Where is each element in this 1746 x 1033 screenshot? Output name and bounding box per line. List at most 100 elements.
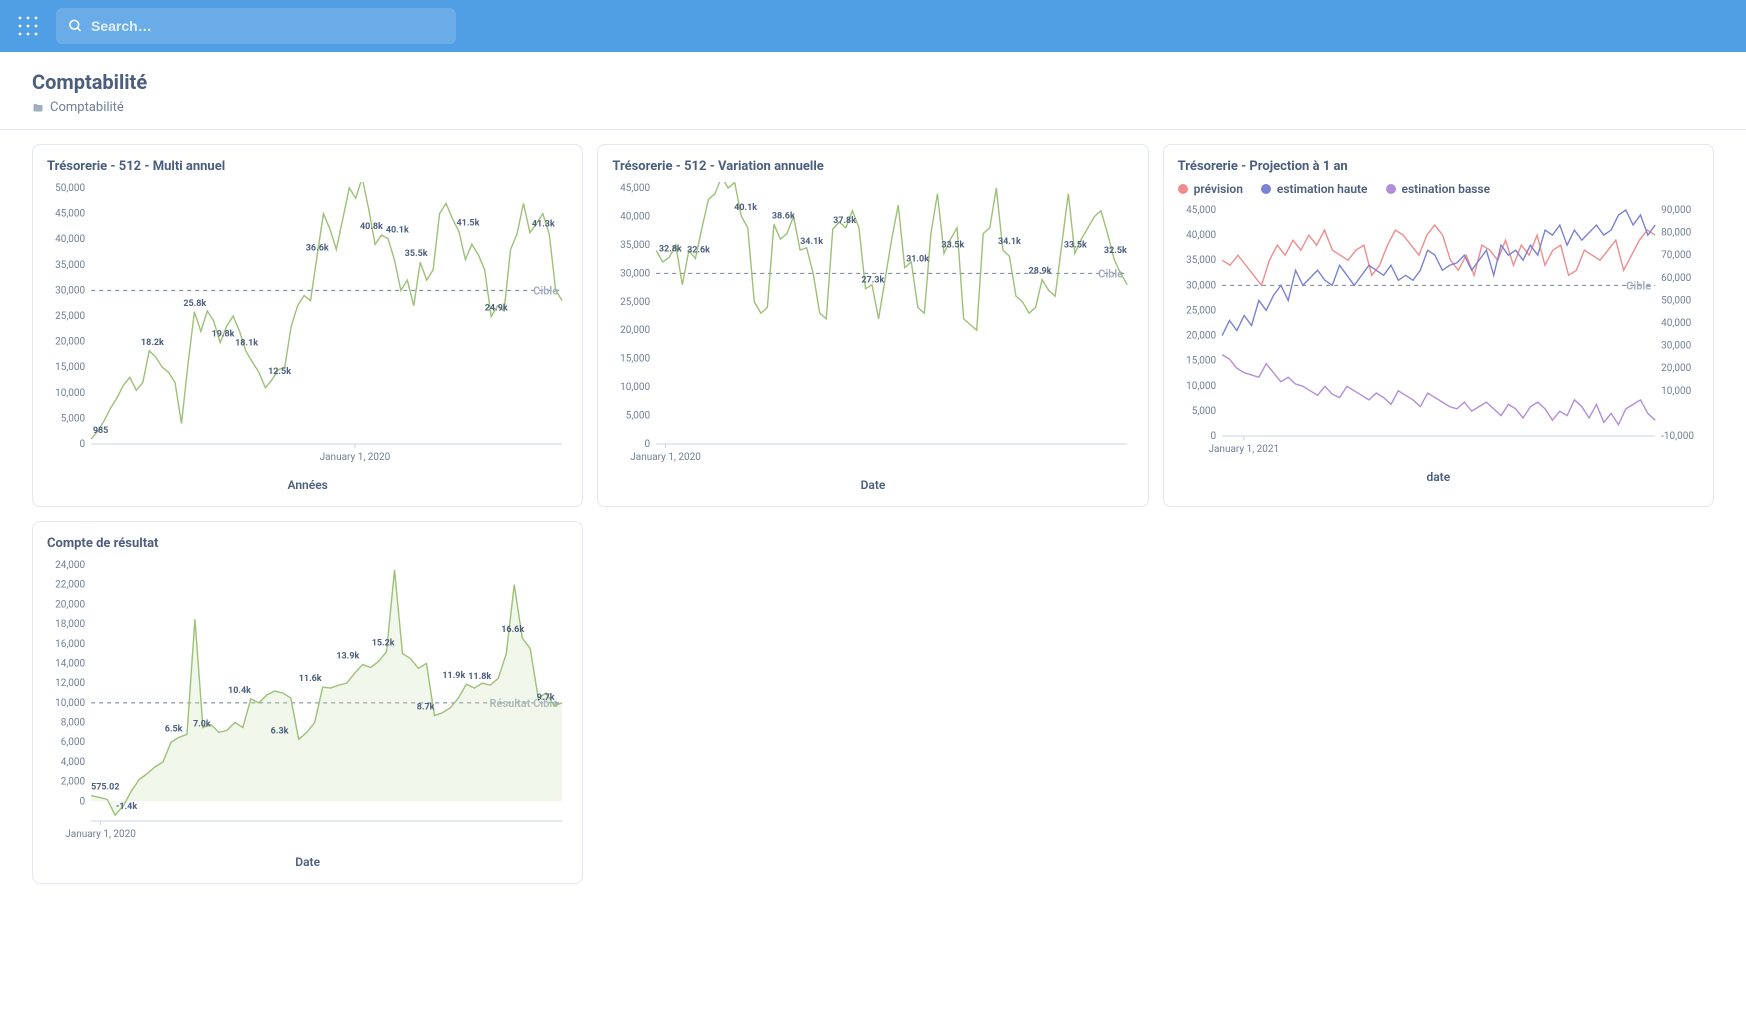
svg-text:985: 985 — [93, 426, 109, 436]
svg-text:0: 0 — [645, 439, 651, 450]
chart: 02,0004,0006,0008,00010,00012,00014,0001… — [47, 559, 568, 849]
svg-text:12.5k: 12.5k — [268, 367, 291, 377]
svg-text:25,000: 25,000 — [55, 311, 85, 322]
svg-text:45,000: 45,000 — [55, 209, 85, 220]
card-treso-multi[interactable]: Trésorerie - 512 - Multi annuel 0 5,000 10… — [32, 144, 583, 507]
svg-text:5,000: 5,000 — [1191, 406, 1216, 417]
svg-text:15,000: 15,000 — [1186, 356, 1216, 367]
svg-text:35,000: 35,000 — [55, 260, 85, 271]
header — [0, 0, 1746, 52]
chart: 05,00010,00015,00020,00025,00030,00035,0… — [612, 182, 1133, 472]
svg-text:40.8k: 40.8k — [360, 222, 383, 232]
svg-text:18.2k: 18.2k — [141, 338, 164, 348]
svg-text:-1.4k: -1.4k — [116, 802, 137, 812]
search-input[interactable] — [91, 18, 444, 34]
legend-item[interactable]: estimation haute — [1261, 182, 1368, 196]
dashboard: Trésorerie - 512 - Multi annuel 0 5,000 10… — [0, 130, 1746, 898]
legend-dot-icon — [1178, 184, 1188, 194]
card-title: Trésorerie - 512 - Variation annuelle — [612, 159, 1133, 174]
svg-text:8,000: 8,000 — [61, 718, 86, 729]
svg-text:10,000: 10,000 — [55, 388, 85, 399]
svg-text:32.8k: 32.8k — [659, 244, 682, 254]
svg-text:40,000: 40,000 — [1661, 318, 1691, 329]
svg-text:9.7k: 9.7k — [537, 693, 555, 703]
svg-text:15,000: 15,000 — [55, 362, 85, 373]
svg-text:50,000: 50,000 — [1661, 295, 1691, 306]
breadcrumb[interactable]: Comptabilité — [32, 100, 1714, 115]
title-area: Comptabilité Comptabilité — [0, 52, 1746, 130]
logo[interactable] — [12, 10, 44, 42]
legend-label: prévision — [1194, 182, 1243, 196]
svg-text:37.8k: 37.8k — [833, 216, 856, 226]
svg-text:5,000: 5,000 — [626, 411, 651, 422]
svg-text:0: 0 — [80, 439, 86, 450]
svg-text:5,000: 5,000 — [61, 413, 86, 424]
legend-label: estination basse — [1402, 182, 1491, 196]
search-icon — [68, 18, 83, 34]
svg-text:30,000: 30,000 — [1661, 341, 1691, 352]
svg-text:16,000: 16,000 — [55, 639, 85, 650]
svg-text:20,000: 20,000 — [55, 599, 85, 610]
svg-text:30,000: 30,000 — [620, 268, 650, 279]
legend-item[interactable]: prévision — [1178, 182, 1243, 196]
svg-text:35,000: 35,000 — [620, 240, 650, 251]
svg-text:Cible: Cible — [1626, 279, 1651, 292]
svg-text:38.6k: 38.6k — [772, 211, 795, 221]
svg-text:15.2k: 15.2k — [372, 639, 395, 649]
svg-text:11.6k: 11.6k — [299, 674, 322, 684]
svg-text:0: 0 — [80, 796, 86, 807]
svg-text:22,000: 22,000 — [55, 580, 85, 591]
svg-text:2,000: 2,000 — [61, 777, 86, 788]
svg-text:10.4k: 10.4k — [228, 686, 251, 696]
svg-text:20,000: 20,000 — [1186, 331, 1216, 342]
svg-text:25.8k: 25.8k — [183, 299, 206, 309]
svg-text:12,000: 12,000 — [55, 678, 85, 689]
svg-text:18,000: 18,000 — [55, 619, 85, 630]
svg-text:11.9k: 11.9k — [442, 671, 465, 681]
svg-text:January 1, 2020: January 1, 2020 — [65, 829, 136, 840]
card-treso-variation[interactable]: Trésorerie - 512 - Variation annuelle 0 5… — [597, 144, 1148, 507]
svg-text:40,000: 40,000 — [55, 234, 85, 245]
svg-text:0: 0 — [1210, 431, 1216, 442]
svg-text:25,000: 25,000 — [620, 297, 650, 308]
page-title: Comptabilité — [32, 70, 1714, 94]
card-treso-projection[interactable]: Trésorerie - Projection à 1 an prévision… — [1163, 144, 1714, 507]
svg-text:January 1, 2020: January 1, 2020 — [320, 452, 391, 463]
legend-item[interactable]: estination basse — [1386, 182, 1491, 196]
svg-text:40.1k: 40.1k — [735, 203, 758, 213]
card-title: Trésorerie - 512 - Multi annuel — [47, 159, 568, 174]
svg-text:19.8k: 19.8k — [212, 330, 235, 340]
svg-text:10,000: 10,000 — [620, 382, 650, 393]
svg-text:4,000: 4,000 — [61, 757, 86, 768]
xlabel: Années — [47, 478, 568, 492]
svg-text:10,000: 10,000 — [1186, 381, 1216, 392]
svg-text:10,000: 10,000 — [55, 698, 85, 709]
card-compte-resultat[interactable]: Compte de résultat 02,0004,0006,0008,000… — [32, 521, 583, 884]
svg-text:24,000: 24,000 — [55, 560, 85, 571]
svg-text:33.5k: 33.5k — [942, 240, 965, 250]
svg-text:34.1k: 34.1k — [800, 237, 823, 247]
xlabel: Date — [612, 478, 1133, 492]
svg-text:30,000: 30,000 — [55, 285, 85, 296]
svg-text:31.0k: 31.0k — [906, 255, 929, 265]
svg-text:70,000: 70,000 — [1661, 250, 1691, 261]
legend-dot-icon — [1386, 184, 1396, 194]
folder-icon — [32, 102, 44, 114]
svg-text:50,000: 50,000 — [55, 183, 85, 194]
svg-text:20,000: 20,000 — [55, 337, 85, 348]
svg-text:575.02: 575.02 — [91, 783, 119, 793]
svg-text:8.7k: 8.7k — [417, 703, 435, 713]
svg-text:20,000: 20,000 — [1661, 363, 1691, 374]
chart: 05,00010,00015,00020,00025,00030,00035,0… — [1178, 204, 1699, 464]
svg-text:35.5k: 35.5k — [405, 249, 428, 259]
svg-text:Cible: Cible — [533, 284, 558, 297]
legend-dot-icon — [1261, 184, 1271, 194]
svg-text:6.5k: 6.5k — [165, 724, 183, 734]
app-logo-icon — [16, 14, 40, 38]
xlabel: Date — [47, 855, 568, 869]
svg-text:January 1, 2021: January 1, 2021 — [1208, 444, 1279, 455]
svg-text:60,000: 60,000 — [1661, 273, 1691, 284]
svg-text:33.5k: 33.5k — [1064, 240, 1087, 250]
svg-text:6.3k: 6.3k — [271, 726, 289, 736]
search-box[interactable] — [56, 8, 456, 44]
